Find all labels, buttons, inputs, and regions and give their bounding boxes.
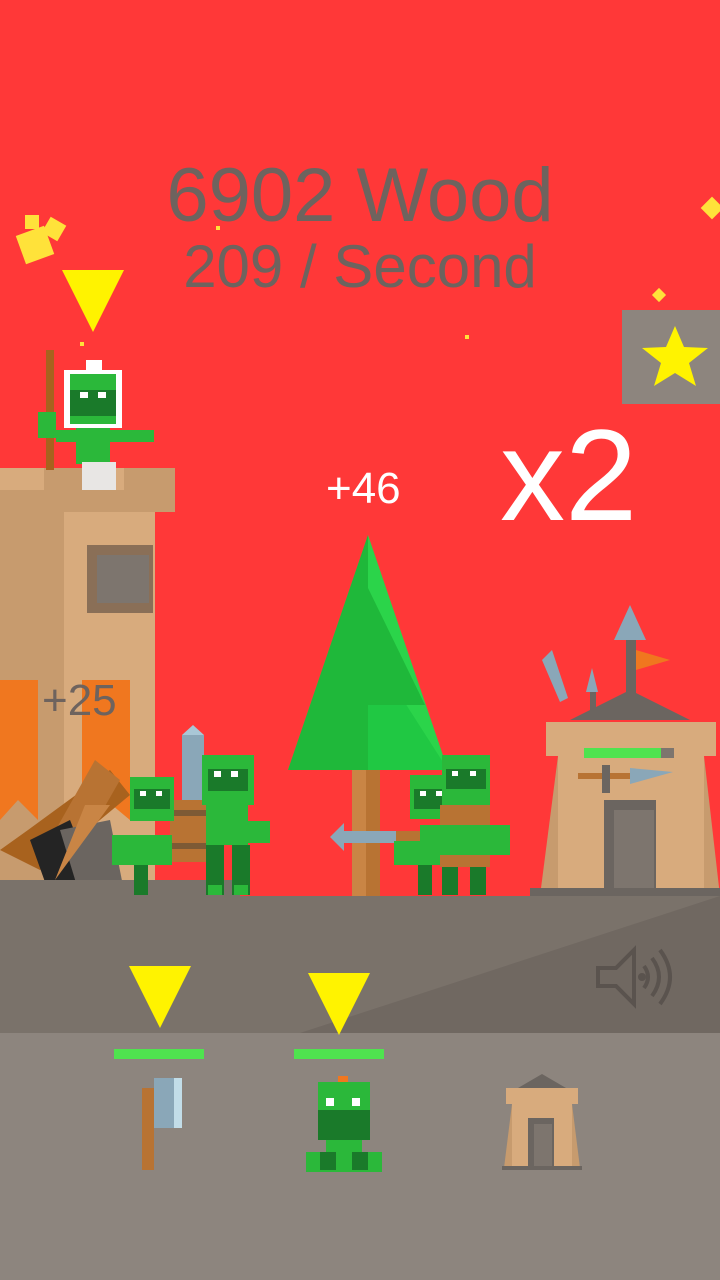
orc-upgrade-button[interactable] [296,1070,392,1180]
orc-upgrade-progress-fill [294,1049,384,1059]
slot-indicator-arrow-icon [129,966,191,1028]
tree-gain-popup: +46 [326,464,401,513]
sound-button[interactable] [592,942,682,1012]
enemy-fort-health-bar [584,748,674,758]
axe-upgrade-progress-fill [114,1049,204,1059]
slot-indicator-arrow-icon [308,973,370,1035]
axe-icon [142,1078,182,1170]
fort-icon [502,1074,582,1170]
multiplier-label: x2 [500,402,638,548]
star-icon [642,326,708,386]
indicator-arrow-icon [62,270,124,332]
orc-woodcutters [330,755,510,895]
fort-upgrade-button[interactable] [498,1070,586,1180]
tower-gain-popup: +25 [42,676,117,725]
enemy-fort-health-fill [584,748,661,758]
star-button[interactable] [622,310,720,404]
orc-icon [306,1076,382,1172]
axe-upgrade-progress [114,1049,204,1059]
axe-upgrade-button[interactable] [108,1070,208,1180]
wood-total: 6902 Wood [166,153,554,238]
orc-upgrade-progress [294,1049,384,1059]
orc-warrior [112,725,270,895]
speaker-icon [596,945,672,1009]
